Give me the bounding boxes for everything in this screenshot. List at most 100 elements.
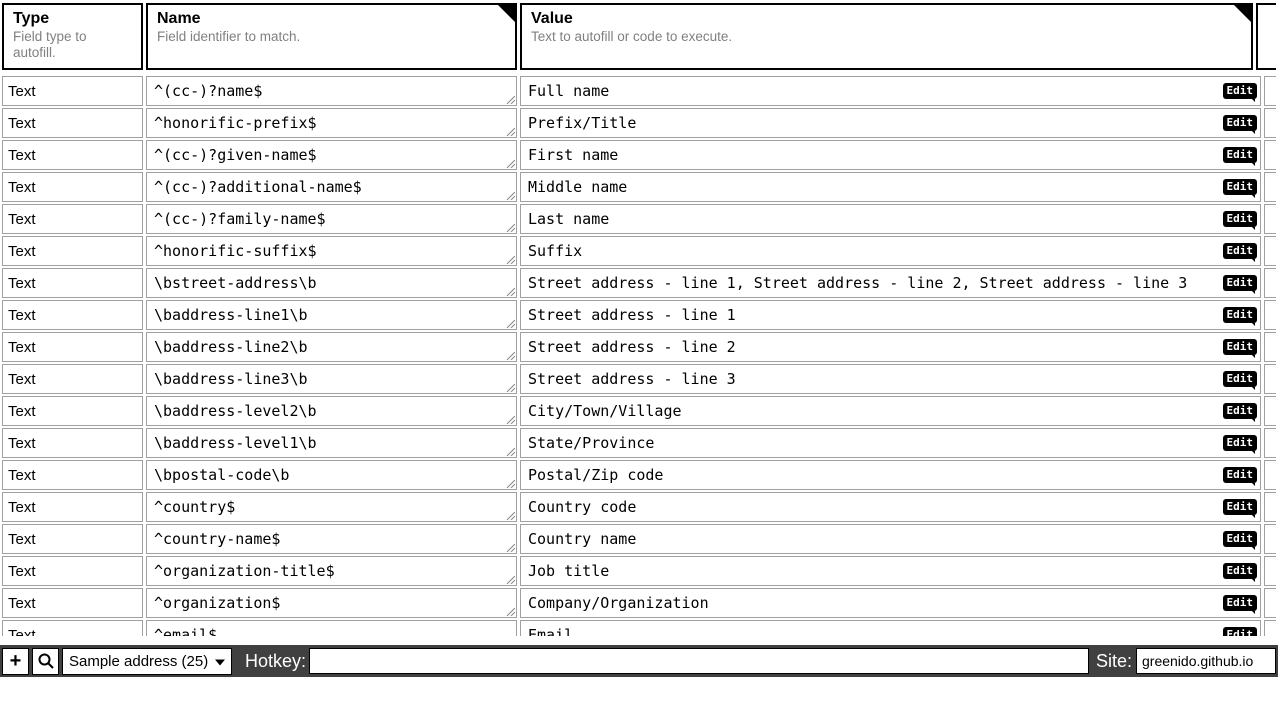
extra-cell[interactable] — [1264, 76, 1276, 106]
name-cell[interactable]: \baddress-line1\b — [146, 300, 517, 330]
type-cell[interactable]: Text — [2, 364, 143, 394]
extra-cell[interactable] — [1264, 140, 1276, 170]
resize-grip-icon[interactable] — [505, 94, 515, 104]
extra-cell[interactable] — [1264, 428, 1276, 458]
type-cell[interactable]: Text — [2, 108, 143, 138]
value-cell[interactable]: EmailEdit — [520, 620, 1261, 636]
name-cell[interactable]: ^(cc-)?additional-name$ — [146, 172, 517, 202]
edit-button[interactable]: Edit — [1223, 179, 1258, 195]
name-cell[interactable]: ^organization-title$ — [146, 556, 517, 586]
name-cell[interactable]: \bstreet-address\b — [146, 268, 517, 298]
resize-grip-icon[interactable] — [505, 606, 515, 616]
type-cell[interactable]: Text — [2, 332, 143, 362]
type-cell[interactable]: Text — [2, 300, 143, 330]
edit-button[interactable]: Edit — [1223, 339, 1258, 355]
value-cell[interactable]: Middle nameEdit — [520, 172, 1261, 202]
edit-button[interactable]: Edit — [1223, 211, 1258, 227]
resize-grip-icon[interactable] — [505, 222, 515, 232]
name-cell[interactable]: ^honorific-prefix$ — [146, 108, 517, 138]
type-cell[interactable]: Text — [2, 268, 143, 298]
edit-button[interactable]: Edit — [1223, 371, 1258, 387]
value-cell[interactable]: Last nameEdit — [520, 204, 1261, 234]
edit-button[interactable]: Edit — [1223, 83, 1258, 99]
name-cell[interactable]: ^email$ — [146, 620, 517, 636]
value-cell[interactable]: First nameEdit — [520, 140, 1261, 170]
edit-button[interactable]: Edit — [1223, 499, 1258, 515]
name-cell[interactable]: \baddress-level1\b — [146, 428, 517, 458]
resize-grip-icon[interactable] — [505, 414, 515, 424]
extra-cell[interactable] — [1264, 332, 1276, 362]
value-cell[interactable]: Country nameEdit — [520, 524, 1261, 554]
edit-button[interactable]: Edit — [1223, 435, 1258, 451]
name-cell[interactable]: \baddress-line2\b — [146, 332, 517, 362]
extra-cell[interactable] — [1264, 204, 1276, 234]
resize-grip-icon[interactable] — [505, 478, 515, 488]
extra-cell[interactable] — [1264, 300, 1276, 330]
type-cell[interactable]: Text — [2, 396, 143, 426]
edit-button[interactable]: Edit — [1223, 243, 1258, 259]
value-cell[interactable]: Street address - line 1, Street address … — [520, 268, 1261, 298]
extra-cell[interactable] — [1264, 588, 1276, 618]
site-input[interactable] — [1136, 648, 1276, 674]
value-cell[interactable]: Job titleEdit — [520, 556, 1261, 586]
extra-cell[interactable] — [1264, 492, 1276, 522]
value-cell[interactable]: SuffixEdit — [520, 236, 1261, 266]
name-cell[interactable]: \baddress-level2\b — [146, 396, 517, 426]
search-button[interactable] — [32, 648, 59, 675]
extra-cell[interactable] — [1264, 396, 1276, 426]
extra-cell[interactable] — [1264, 556, 1276, 586]
edit-button[interactable]: Edit — [1223, 403, 1258, 419]
edit-button[interactable]: Edit — [1223, 595, 1258, 611]
type-cell[interactable]: Text — [2, 204, 143, 234]
value-cell[interactable]: City/Town/VillageEdit — [520, 396, 1261, 426]
edit-button[interactable]: Edit — [1223, 275, 1258, 291]
extra-cell[interactable] — [1264, 524, 1276, 554]
resize-grip-icon[interactable] — [505, 350, 515, 360]
extra-cell[interactable] — [1264, 172, 1276, 202]
edit-button[interactable]: Edit — [1223, 563, 1258, 579]
value-cell[interactable]: Full nameEdit — [520, 76, 1261, 106]
name-cell[interactable]: ^organization$ — [146, 588, 517, 618]
type-cell[interactable]: Text — [2, 236, 143, 266]
value-cell[interactable]: Prefix/TitleEdit — [520, 108, 1261, 138]
type-cell[interactable]: Text — [2, 620, 143, 636]
name-cell[interactable]: ^honorific-suffix$ — [146, 236, 517, 266]
value-cell[interactable]: Street address - line 3Edit — [520, 364, 1261, 394]
type-cell[interactable]: Text — [2, 140, 143, 170]
help-corner-icon[interactable]: ? — [498, 5, 515, 22]
add-button[interactable]: + — [2, 648, 29, 675]
type-cell[interactable]: Text — [2, 428, 143, 458]
type-cell[interactable]: Text — [2, 76, 143, 106]
type-cell[interactable]: Text — [2, 556, 143, 586]
edit-button[interactable]: Edit — [1223, 627, 1258, 636]
extra-cell[interactable] — [1264, 268, 1276, 298]
name-cell[interactable]: ^(cc-)?family-name$ — [146, 204, 517, 234]
name-cell[interactable]: ^country-name$ — [146, 524, 517, 554]
name-cell[interactable]: \baddress-line3\b — [146, 364, 517, 394]
resize-grip-icon[interactable] — [505, 510, 515, 520]
hotkey-input[interactable] — [309, 648, 1089, 674]
value-cell[interactable]: Street address - line 2Edit — [520, 332, 1261, 362]
type-cell[interactable]: Text — [2, 492, 143, 522]
extra-cell[interactable] — [1264, 460, 1276, 490]
resize-grip-icon[interactable] — [505, 382, 515, 392]
edit-button[interactable]: Edit — [1223, 147, 1258, 163]
resize-grip-icon[interactable] — [505, 126, 515, 136]
resize-grip-icon[interactable] — [505, 158, 515, 168]
name-cell[interactable]: ^(cc-)?given-name$ — [146, 140, 517, 170]
profile-select[interactable]: Sample address (25) — [62, 648, 232, 675]
value-cell[interactable]: Country codeEdit — [520, 492, 1261, 522]
type-cell[interactable]: Text — [2, 172, 143, 202]
name-cell[interactable]: \bpostal-code\b — [146, 460, 517, 490]
resize-grip-icon[interactable] — [505, 190, 515, 200]
value-cell[interactable]: Street address - line 1Edit — [520, 300, 1261, 330]
edit-button[interactable]: Edit — [1223, 115, 1258, 131]
type-cell[interactable]: Text — [2, 460, 143, 490]
type-cell[interactable]: Text — [2, 524, 143, 554]
resize-grip-icon[interactable] — [505, 446, 515, 456]
edit-button[interactable]: Edit — [1223, 467, 1258, 483]
extra-cell[interactable] — [1264, 108, 1276, 138]
value-cell[interactable]: State/ProvinceEdit — [520, 428, 1261, 458]
resize-grip-icon[interactable] — [505, 318, 515, 328]
resize-grip-icon[interactable] — [505, 542, 515, 552]
